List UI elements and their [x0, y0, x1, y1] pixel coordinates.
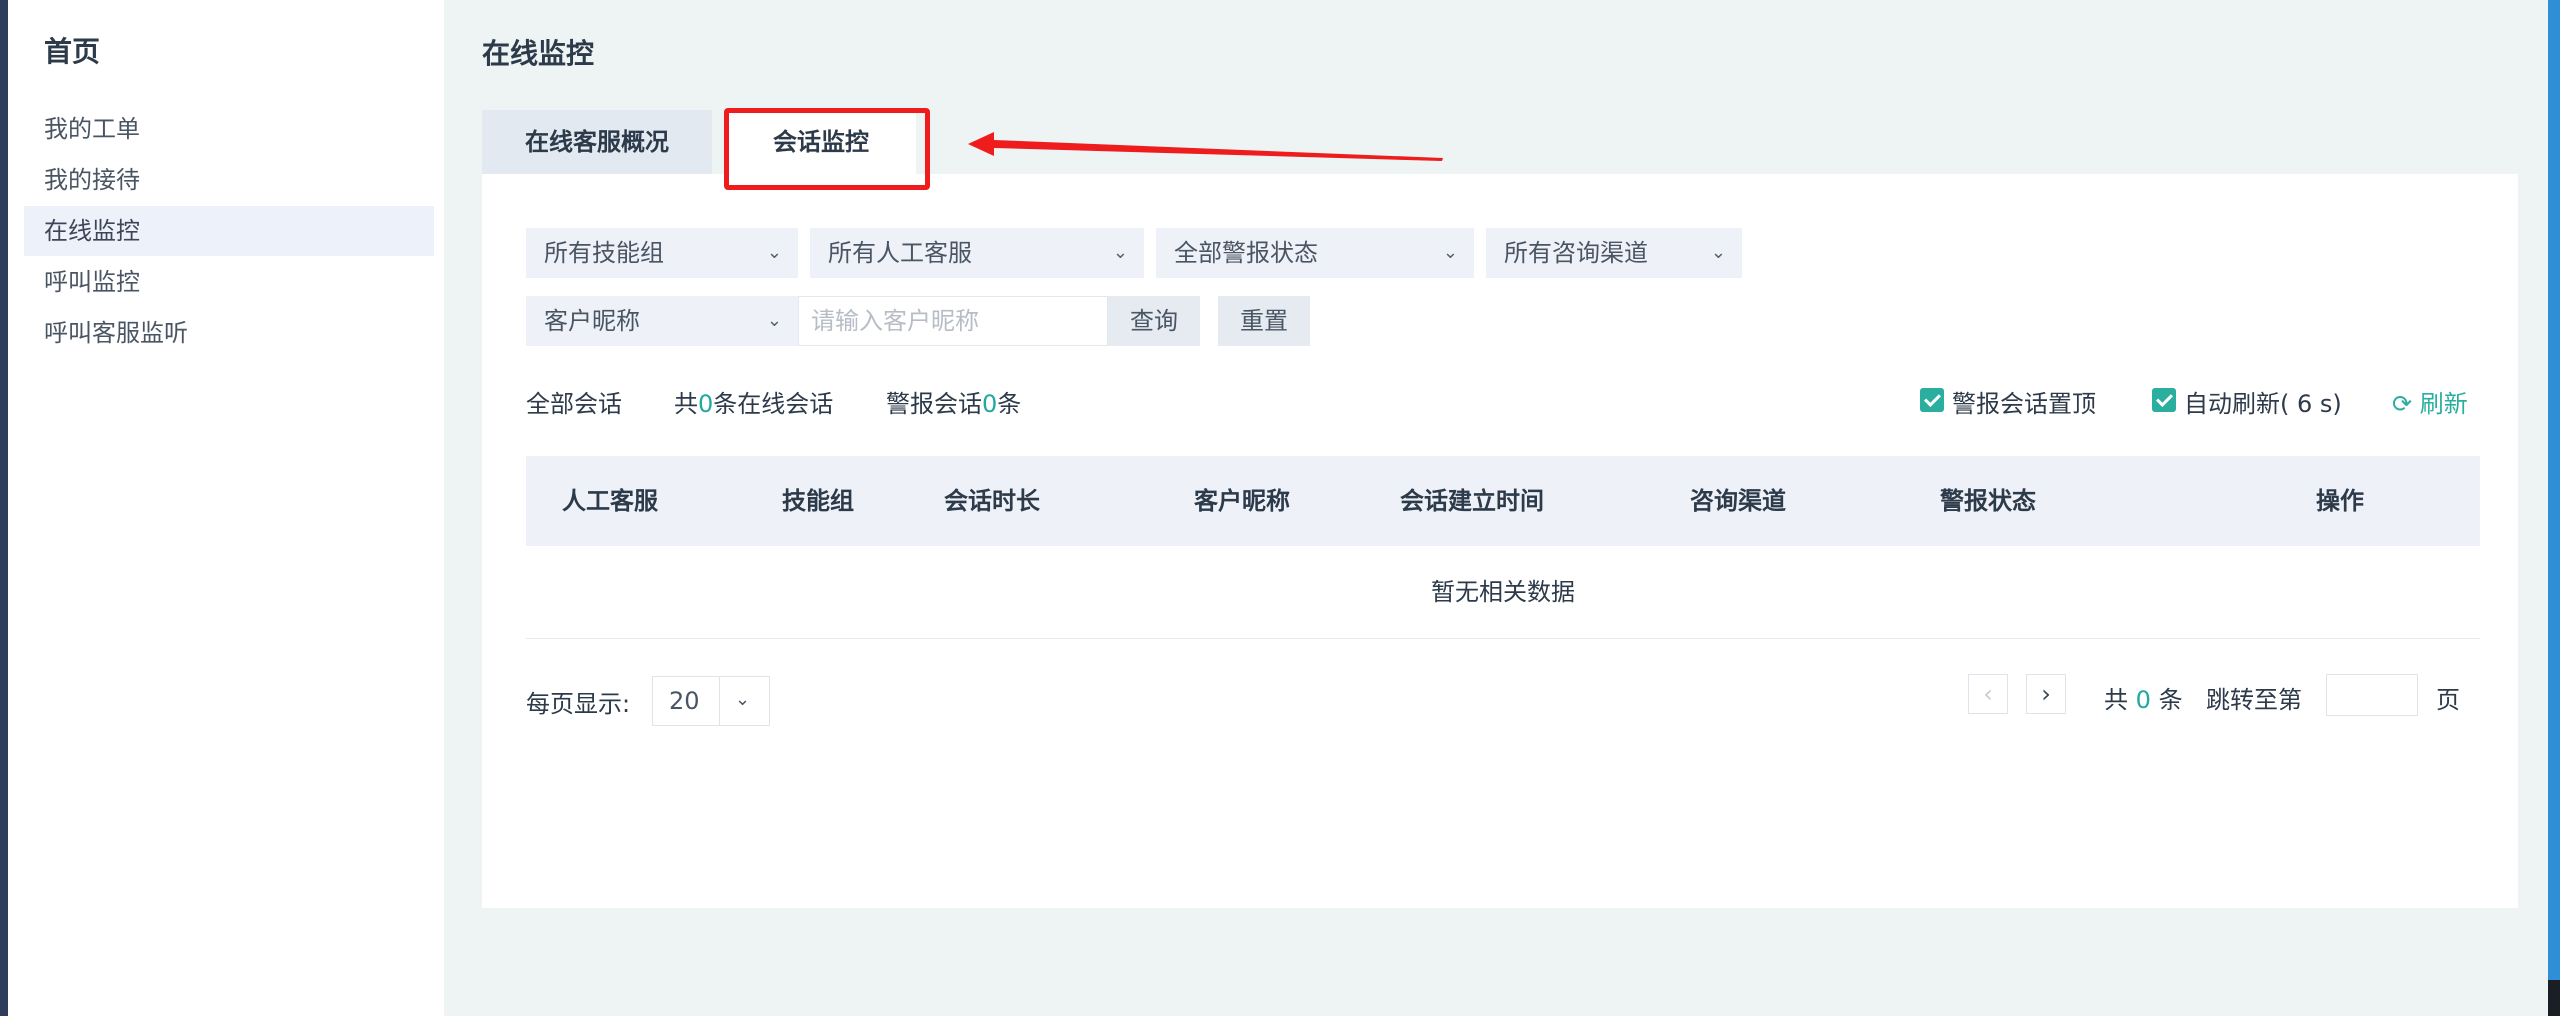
pin-alarm-checkbox[interactable] [1920, 388, 1944, 412]
chevron-down-icon: ⌄ [1112, 242, 1128, 263]
chevron-down-icon: ⌄ [766, 242, 782, 263]
query-button[interactable]: 查询 [1108, 296, 1200, 346]
page-size-value: 20 [669, 687, 700, 715]
alarm-session-count: 警报会话0条 [886, 384, 1021, 419]
jump-page-input[interactable] [2326, 674, 2418, 716]
skill-group-select[interactable]: 所有技能组 ⌄ [526, 228, 798, 278]
alarm-status-value: 全部警报状态 [1174, 239, 1318, 267]
refresh-button[interactable]: ⟳ 刷新 [2392, 384, 2468, 419]
sidebar-item-online-monitor[interactable]: 在线监控 [24, 206, 434, 256]
highlight-box [724, 108, 930, 190]
chevron-down-icon: ⌄ [1442, 242, 1458, 263]
pin-alarm-label: 警报会话置顶 [1952, 390, 2096, 418]
skill-group-value: 所有技能组 [544, 239, 664, 267]
page-size-select[interactable]: 20 ⌄ [652, 676, 770, 726]
desktop-edge-dark [2548, 980, 2560, 1016]
online-count: 0 [698, 390, 714, 418]
col-channel: 咨询渠道 [1690, 487, 1786, 515]
search-type-value: 客户昵称 [544, 307, 640, 335]
col-alarm-status: 警报状态 [1940, 487, 2036, 515]
total-suffix: 条 [2158, 686, 2183, 714]
desktop-edge [2548, 0, 2560, 1016]
alarm-count: 0 [982, 390, 998, 418]
refresh-icon: ⟳ [2392, 390, 2413, 418]
total-count: 共 0 条 [2104, 680, 2183, 715]
alarm-status-select[interactable]: 全部警报状态 ⌄ [1156, 228, 1474, 278]
app-window: 首页 我的工单 我的接待 在线监控 呼叫监控 呼叫客服监听 在线监控 在线客服概… [8, 0, 2548, 1016]
sidebar-item-call-listen[interactable]: 呼叫客服监听 [24, 308, 434, 358]
sidebar-item-call-monitor[interactable]: 呼叫监控 [24, 257, 434, 307]
prev-page-button[interactable]: ‹ [1968, 674, 2008, 714]
sidebar-item-my-reception[interactable]: 我的接待 [24, 155, 434, 205]
total-number: 0 [2135, 686, 2151, 714]
total-prefix: 共 [2104, 686, 2128, 714]
next-page-button[interactable]: › [2026, 674, 2066, 714]
channel-value: 所有咨询渠道 [1504, 239, 1648, 267]
sidebar: 首页 我的工单 我的接待 在线监控 呼叫监控 呼叫客服监听 [8, 0, 444, 1016]
agent-value: 所有人工客服 [828, 239, 972, 267]
col-duration: 会话时长 [944, 487, 1040, 515]
table-empty-row: 暂无相关数据 [526, 546, 2480, 639]
channel-select[interactable]: 所有咨询渠道 ⌄ [1486, 228, 1742, 278]
page-title: 在线监控 [482, 37, 595, 70]
col-created-time: 会话建立时间 [1400, 487, 1544, 515]
auto-refresh-checkbox[interactable] [2152, 388, 2176, 412]
search-type-select[interactable]: 客户昵称 ⌄ [526, 296, 798, 346]
chevron-right-icon: › [2041, 680, 2051, 708]
chevron-down-icon: ⌄ [735, 689, 751, 710]
divider [719, 677, 720, 725]
reset-button[interactable]: 重置 [1218, 296, 1310, 346]
page-unit-label: 页 [2436, 686, 2460, 714]
online-prefix: 共 [674, 390, 698, 418]
alarm-suffix: 条 [997, 390, 1022, 418]
jump-label: 跳转至第 [2206, 686, 2302, 714]
all-sessions-label: 全部会话 [526, 390, 622, 418]
sidebar-title[interactable]: 首页 [44, 30, 100, 70]
agent-select[interactable]: 所有人工客服 ⌄ [810, 228, 1144, 278]
sidebar-item-my-tickets[interactable]: 我的工单 [24, 104, 434, 154]
auto-refresh-label: 自动刷新( 6 s) [2184, 390, 2342, 418]
col-customer-nickname: 客户昵称 [1194, 487, 1290, 515]
col-agent: 人工客服 [562, 487, 658, 515]
page-size-label: 每页显示: [526, 690, 631, 718]
tab-online-overview[interactable]: 在线客服概况 [482, 110, 712, 174]
chevron-down-icon: ⌄ [766, 310, 782, 331]
customer-nickname-input[interactable] [798, 296, 1108, 346]
refresh-label: 刷新 [2419, 390, 2468, 418]
col-actions: 操作 [2316, 487, 2364, 515]
chevron-down-icon: ⌄ [1710, 242, 1726, 263]
online-session-count: 共0条在线会话 [674, 384, 833, 419]
col-skill-group: 技能组 [782, 487, 854, 515]
online-suffix: 条在线会话 [713, 390, 834, 418]
alarm-prefix: 警报会话 [886, 390, 982, 418]
annotation-arrow-icon [968, 132, 1443, 161]
table-header: 人工客服 技能组 会话时长 客户昵称 会话建立时间 咨询渠道 警报状态 操作 [526, 456, 2480, 546]
chevron-left-icon: ‹ [1983, 680, 1993, 708]
